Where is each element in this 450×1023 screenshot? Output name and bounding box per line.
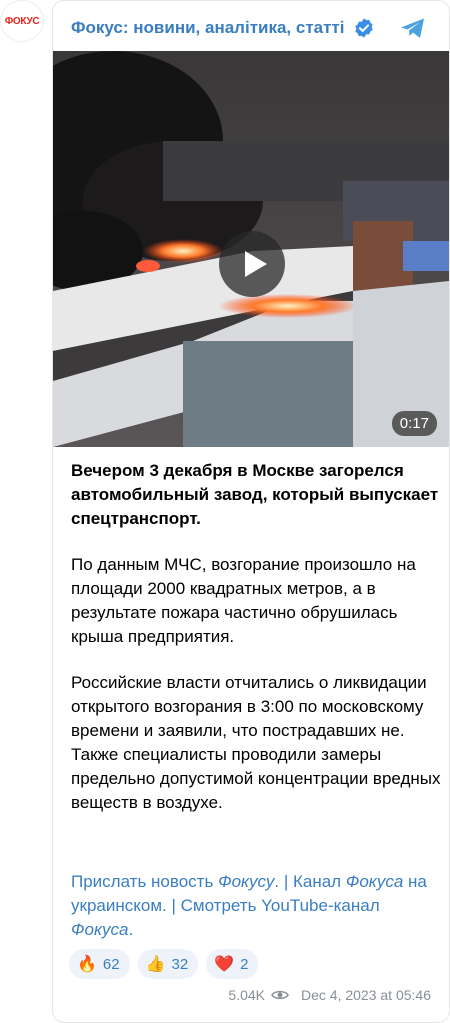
post-links: Прислать новость Фокусу. | Канал Фокуса … <box>71 872 427 939</box>
heart-emoji-icon: ❤️ <box>214 956 235 973</box>
post-paragraph: Российские власти отчитались о ликвидаци… <box>71 673 441 812</box>
reaction-count: 2 <box>240 955 249 973</box>
send-news-link[interactable]: Прислать новость Фокусу <box>71 872 274 891</box>
message-footer: 5.04K Dec 4, 2023 at 05:46 <box>228 987 431 1003</box>
reaction-heart[interactable]: ❤️ 2 <box>206 949 259 979</box>
post-paragraph: По данным МЧС, возгорание произошло на п… <box>71 555 416 646</box>
post-headline: Вечером 3 декабря в Москве загорелся авт… <box>71 461 439 528</box>
video-player[interactable]: 0:17 <box>53 51 449 447</box>
message-header: Фокус: новини, аналітика, статті <box>71 15 435 41</box>
reaction-fire[interactable]: 🔥 62 <box>69 949 130 979</box>
reaction-count: 62 <box>102 955 120 973</box>
link-separator: . | <box>162 896 181 915</box>
post-text: Вечером 3 декабря в Москве загорелся авт… <box>71 459 441 837</box>
view-count: 5.04K <box>228 987 265 1003</box>
link-separator: . | <box>274 872 293 891</box>
telegram-icon[interactable] <box>399 15 427 41</box>
message-card: Фокус: новини, аналітика, статті 0:17 Ве… <box>52 0 450 1023</box>
play-button[interactable] <box>219 231 285 297</box>
channel-avatar[interactable]: ФОКУС <box>0 0 44 42</box>
thumbs-up-emoji-icon: 👍 <box>145 956 166 973</box>
verified-badge-icon <box>354 18 373 38</box>
eye-icon <box>271 990 289 1000</box>
avatar-logo-text: ФОКУС <box>4 15 40 27</box>
reaction-count: 32 <box>171 955 189 973</box>
reactions-bar: 🔥 62 👍 32 ❤️ 2 <box>69 949 259 979</box>
post-timestamp[interactable]: Dec 4, 2023 at 05:46 <box>301 987 431 1003</box>
video-duration: 0:17 <box>391 411 437 436</box>
reaction-thumbs-up[interactable]: 👍 32 <box>137 949 199 979</box>
channel-title[interactable]: Фокус: новини, аналітика, статті <box>71 18 345 38</box>
fire-emoji-icon: 🔥 <box>77 956 97 973</box>
